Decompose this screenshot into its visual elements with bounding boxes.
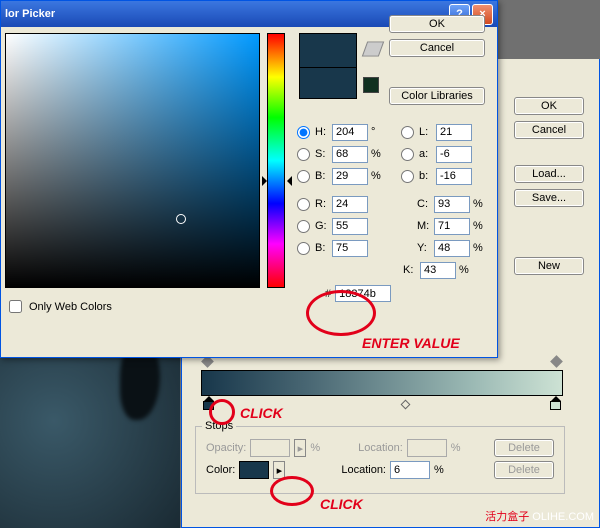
color-preview-new xyxy=(299,33,357,67)
r-label: R: xyxy=(315,198,329,210)
l-label: L: xyxy=(419,126,433,138)
sv-cursor[interactable] xyxy=(176,214,186,224)
picker-ok-button[interactable]: OK xyxy=(389,15,485,33)
ok-button[interactable]: OK xyxy=(514,97,584,115)
l-radio[interactable] xyxy=(401,126,414,139)
cancel-button[interactable]: Cancel xyxy=(514,121,584,139)
delete-opacity-button: Delete xyxy=(494,439,554,457)
value-inputs: H: ° L: S: % a: B: % b: R: C: % xyxy=(297,121,493,302)
color-preview-old[interactable] xyxy=(299,67,357,99)
gradient-track[interactable] xyxy=(201,370,563,396)
location-field-1 xyxy=(407,439,447,457)
b-label: B: xyxy=(315,242,329,254)
location-field-2[interactable] xyxy=(390,461,430,479)
color-label: Color: xyxy=(206,464,235,476)
hex-field[interactable] xyxy=(335,285,391,302)
color-picker-window: lor Picker ? × elect stop color: OK Canc… xyxy=(0,0,498,358)
location-label-1: Location: xyxy=(358,442,403,454)
h-label: H: xyxy=(315,126,329,138)
new-button[interactable]: New xyxy=(514,257,584,275)
websafe-swatch[interactable] xyxy=(363,77,379,93)
opacity-label: Opacity: xyxy=(206,442,246,454)
m-field[interactable] xyxy=(434,218,470,235)
h-field[interactable] xyxy=(332,124,368,141)
color-stop-right[interactable] xyxy=(550,396,561,410)
only-web-colors-checkbox[interactable] xyxy=(9,300,22,313)
sv-field[interactable] xyxy=(5,33,260,288)
stops-group: Stops Opacity: ▸ % Location: % Delete Co… xyxy=(195,426,565,494)
c-label: C: xyxy=(417,198,431,210)
midpoint-handle[interactable] xyxy=(401,400,411,410)
r-radio[interactable] xyxy=(297,198,310,211)
hue-slider[interactable] xyxy=(267,33,285,288)
b-radio[interactable] xyxy=(297,242,310,255)
hex-hash: # xyxy=(325,288,331,300)
s-radio[interactable] xyxy=(297,148,310,161)
b-field[interactable] xyxy=(332,240,368,257)
percent-2: % xyxy=(451,442,461,454)
y-label: Y: xyxy=(417,242,431,254)
k-label: K: xyxy=(403,264,417,276)
stops-legend: Stops xyxy=(202,420,236,432)
delete-color-button: Delete xyxy=(494,461,554,479)
bright-radio[interactable] xyxy=(297,170,310,183)
g-radio[interactable] xyxy=(297,220,310,233)
labb-radio[interactable] xyxy=(401,170,414,183)
opacity-dropdown: ▸ xyxy=(294,439,306,457)
h-radio[interactable] xyxy=(297,126,310,139)
only-web-colors-label: Only Web Colors xyxy=(29,301,112,313)
picker-cancel-button[interactable]: Cancel xyxy=(389,39,485,57)
color-stop-left[interactable] xyxy=(203,396,214,410)
color-picker-title: lor Picker xyxy=(5,8,55,20)
r-field[interactable] xyxy=(332,196,368,213)
location-label-2: Location: xyxy=(341,464,386,476)
g-field[interactable] xyxy=(332,218,368,235)
hue-pointer-left[interactable] xyxy=(262,176,267,186)
color-dropdown[interactable]: ▸ xyxy=(273,461,285,479)
load-button[interactable]: Load... xyxy=(514,165,584,183)
bright-label: B: xyxy=(315,170,329,182)
gradient-strip-area: Stops Opacity: ▸ % Location: % Delete Co… xyxy=(195,370,575,494)
opacity-field xyxy=(250,439,290,457)
labb-label: b: xyxy=(419,170,433,182)
percent-1: % xyxy=(310,442,320,454)
labb-field[interactable] xyxy=(436,168,472,185)
hue-pointer-right[interactable] xyxy=(287,176,292,186)
a-label: a: xyxy=(419,148,433,160)
g-label: G: xyxy=(315,220,329,232)
y-field[interactable] xyxy=(434,240,470,257)
bright-field[interactable] xyxy=(332,168,368,185)
watermark: 活力盒子 OLIHE.COM xyxy=(485,508,594,524)
color-libraries-button[interactable]: Color Libraries xyxy=(389,87,485,105)
s-field[interactable] xyxy=(332,146,368,163)
l-field[interactable] xyxy=(436,124,472,141)
color-swatch[interactable] xyxy=(239,461,269,479)
a-radio[interactable] xyxy=(401,148,414,161)
a-field[interactable] xyxy=(436,146,472,163)
s-label: S: xyxy=(315,148,329,160)
percent-3: % xyxy=(434,464,444,476)
m-label: M: xyxy=(417,220,431,232)
k-field[interactable] xyxy=(420,262,456,279)
c-field[interactable] xyxy=(434,196,470,213)
save-button[interactable]: Save... xyxy=(514,189,584,207)
